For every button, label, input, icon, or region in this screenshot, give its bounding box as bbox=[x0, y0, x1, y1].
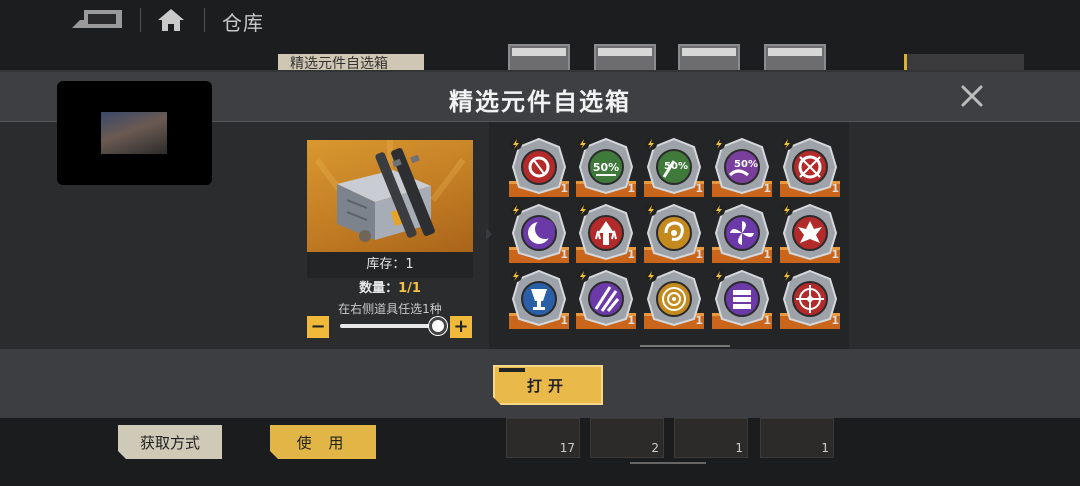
component-count: 1 bbox=[763, 314, 771, 327]
component-slot[interactable]: 1 bbox=[576, 269, 636, 331]
component-count: 1 bbox=[627, 182, 635, 195]
divider bbox=[204, 8, 205, 32]
item-image bbox=[307, 140, 473, 252]
component-count: 1 bbox=[831, 182, 839, 195]
component-slot[interactable]: 1 bbox=[712, 203, 772, 265]
stock-label: 库存： bbox=[366, 257, 406, 272]
video-frame bbox=[101, 112, 167, 154]
component-count: 1 bbox=[831, 248, 839, 261]
component-slot[interactable]: 1 bbox=[712, 269, 772, 331]
slider-handle[interactable] bbox=[429, 317, 447, 335]
acquire-method-button[interactable]: 获取方式 bbox=[118, 425, 222, 459]
component-count: 1 bbox=[831, 314, 839, 327]
component-count: 1 bbox=[560, 314, 568, 327]
bg-item-card bbox=[678, 44, 740, 72]
svg-text:50%: 50% bbox=[593, 161, 619, 174]
quantity-row: 数量：1/1 bbox=[307, 279, 473, 299]
selection-hint: 在右侧道具任选1种 bbox=[338, 302, 442, 316]
component-count: 1 bbox=[763, 248, 771, 261]
supply-crate-icon bbox=[314, 140, 466, 242]
button-tag bbox=[499, 368, 525, 372]
top-bar: 仓库 bbox=[0, 0, 1080, 44]
bg-scroll-indicator bbox=[630, 462, 706, 464]
bg-inventory-slot[interactable]: 17 bbox=[506, 418, 580, 458]
component-slot[interactable]: 1 bbox=[644, 203, 704, 265]
bg-item-card bbox=[508, 44, 570, 72]
increase-button[interactable]: + bbox=[450, 316, 472, 338]
component-count: 1 bbox=[695, 314, 703, 327]
component-slot[interactable]: 1 bbox=[509, 269, 569, 331]
use-button[interactable]: 使 用 bbox=[270, 425, 376, 459]
component-slot[interactable]: 1 bbox=[576, 203, 636, 265]
component-count: 1 bbox=[695, 248, 703, 261]
bg-inventory-slot[interactable]: 2 bbox=[590, 418, 664, 458]
component-count: 1 bbox=[695, 182, 703, 195]
component-slot[interactable]: 1 bbox=[780, 269, 840, 331]
component-slot[interactable]: 1 bbox=[509, 203, 569, 265]
video-preview[interactable] bbox=[57, 81, 212, 185]
component-count: 1 bbox=[627, 248, 635, 261]
open-button[interactable]: 打开 bbox=[493, 365, 603, 405]
close-button[interactable] bbox=[958, 82, 986, 110]
divider bbox=[140, 8, 141, 32]
component-slot[interactable]: 1 bbox=[644, 269, 704, 331]
home-icon bbox=[158, 9, 184, 31]
page-title: 仓库 bbox=[222, 11, 264, 35]
quantity-label: 数量： bbox=[359, 281, 399, 296]
open-button-label: 打开 bbox=[526, 377, 569, 395]
quantity-value: 1/1 bbox=[398, 281, 421, 296]
component-slot[interactable]: 50% 1 bbox=[712, 137, 772, 199]
component-slot[interactable]: 1 bbox=[780, 137, 840, 199]
component-count: 1 bbox=[627, 314, 635, 327]
close-icon bbox=[961, 85, 983, 107]
back-button[interactable] bbox=[66, 8, 126, 32]
component-count: 1 bbox=[560, 248, 568, 261]
panel-pointer bbox=[486, 228, 492, 240]
decrease-button[interactable]: − bbox=[307, 316, 329, 338]
bg-item-card bbox=[594, 44, 656, 72]
quantity-slider[interactable] bbox=[340, 324, 440, 328]
component-slot[interactable]: 1 bbox=[509, 137, 569, 199]
stock-value: 1 bbox=[405, 257, 414, 272]
component-count: 1 bbox=[560, 182, 568, 195]
bg-item-card bbox=[764, 44, 826, 72]
bg-inventory-slot[interactable]: 1 bbox=[674, 418, 748, 458]
component-count: 1 bbox=[763, 182, 771, 195]
component-slot[interactable]: 50% 1 bbox=[576, 137, 636, 199]
back-arrow-icon bbox=[72, 10, 122, 28]
svg-text:50%: 50% bbox=[734, 159, 758, 170]
bg-inventory-slot[interactable]: 1 bbox=[760, 418, 834, 458]
stock-row: 库存：1 bbox=[307, 252, 473, 278]
home-button[interactable] bbox=[156, 7, 186, 33]
component-slot[interactable]: 50% 1 bbox=[644, 137, 704, 199]
grid-scroll-indicator bbox=[640, 345, 730, 347]
component-slot[interactable]: 1 bbox=[780, 203, 840, 265]
